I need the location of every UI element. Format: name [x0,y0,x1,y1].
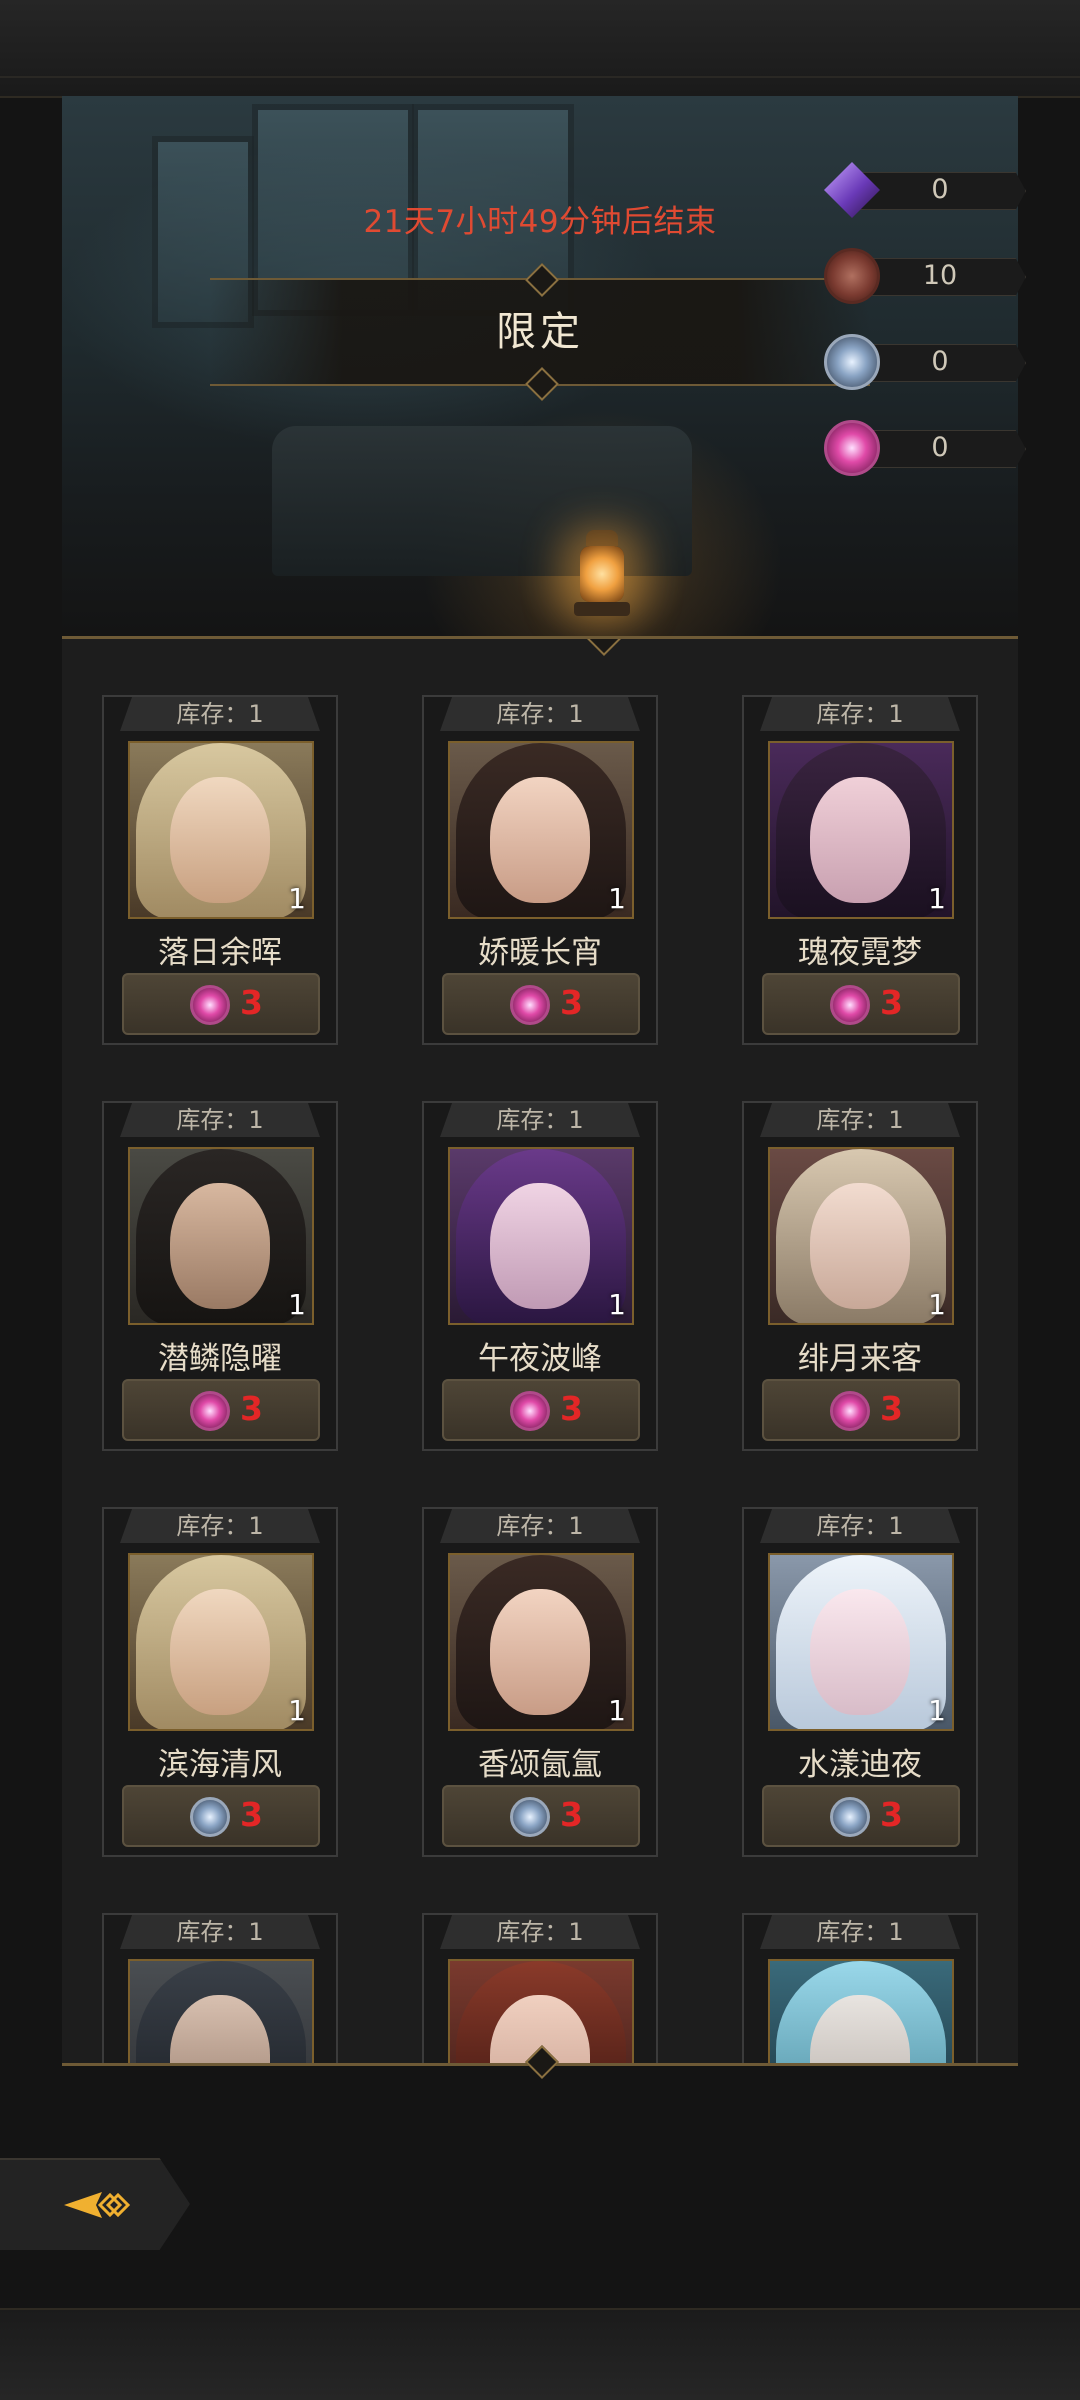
character-portrait[interactable] [768,1959,954,2063]
item-name: 潜鳞隐曜 [158,1341,282,1377]
pink-compass-icon [190,1391,230,1431]
currency-purple-crystal: 0 [820,162,1030,218]
item-quantity: 1 [928,1288,946,1321]
item-quantity: 1 [288,1288,306,1321]
item-quantity: 1 [928,1694,946,1727]
item-quantity: 1 [608,882,626,915]
pink-compass-icon [190,985,230,1025]
character-portrait[interactable]: 1 [768,1147,954,1325]
shop-item-card[interactable]: 库存：1 1 午夜波峰 3 [422,1101,658,1451]
event-title-band: 限定 [210,263,870,401]
silver-compass-icon [824,334,880,390]
item-price: 3 [880,983,903,1022]
silver-compass-icon [190,1797,230,1837]
buy-button[interactable]: 3 [762,1785,960,1847]
back-button[interactable] [0,2158,190,2250]
buy-button[interactable]: 3 [442,1379,640,1441]
stock-label: 库存：1 [760,697,960,731]
shop-item-card[interactable]: 库存：1 1 潜鳞隐曜 3 [102,1101,338,1451]
item-name: 绯月来客 [798,1341,922,1377]
buy-button[interactable]: 3 [762,973,960,1035]
character-portrait[interactable]: 1 [128,741,314,919]
item-quantity: 1 [288,882,306,915]
item-price: 3 [240,1795,263,1834]
shop-item-card[interactable]: 库存：1 1 瑰夜霓梦 3 [742,695,978,1045]
item-name: 午夜波峰 [478,1341,602,1377]
item-quantity: 1 [288,1694,306,1727]
shop-item-card[interactable]: 库存：1 1 绯月来客 3 [742,1101,978,1451]
character-portrait[interactable]: 1 [768,741,954,919]
pink-compass-icon [824,420,880,476]
stock-label: 库存：1 [440,1509,640,1543]
ornament-diamond [587,639,621,656]
bottom-ornament-bar [0,2308,1080,2400]
shop-item-card[interactable]: 库存：1 [422,1913,658,2063]
character-portrait[interactable]: 1 [128,1553,314,1731]
shop-items-panel[interactable]: 库存：1 1 落日余晖 3 库存：1 1 娇暖长宵 3 库存：1 1 瑰夜霓梦 … [62,636,1018,2066]
silver-compass-icon [510,1797,550,1837]
shop-item-card[interactable]: 库存：1 1 水漾迪夜 3 [742,1507,978,1857]
item-price: 3 [560,1389,583,1428]
bronze-coin-icon [824,248,880,304]
item-quantity: 1 [608,1288,626,1321]
pink-compass-icon [510,985,550,1025]
stock-label: 库存：1 [120,1103,320,1137]
character-portrait[interactable]: 1 [448,741,634,919]
currency-silver-compass: 0 [820,334,1030,390]
item-quantity: 1 [928,882,946,915]
item-price: 3 [880,1795,903,1834]
stock-label: 库存：1 [760,1915,960,1949]
item-name: 落日余晖 [158,935,282,971]
pink-compass-icon [830,1391,870,1431]
currency-value: 10 [922,260,958,291]
buy-button[interactable]: 3 [122,1379,320,1441]
item-name: 水漾迪夜 [798,1747,922,1783]
back-arrow-icon [64,2192,131,2218]
stock-label: 库存：1 [120,1915,320,1949]
shop-item-card[interactable]: 库存：1 1 滨海清风 3 [102,1507,338,1857]
stock-label: 库存：1 [760,1103,960,1137]
shop-item-card[interactable]: 库存：1 1 娇暖长宵 3 [422,695,658,1045]
stock-label: 库存：1 [440,1103,640,1137]
character-portrait[interactable]: 1 [128,1147,314,1325]
pink-compass-icon [510,1391,550,1431]
buy-button[interactable]: 3 [442,973,640,1035]
character-portrait[interactable]: 1 [448,1553,634,1731]
currency-value: 0 [931,346,949,377]
currency-pink-compass: 0 [820,420,1030,476]
top-ornament-bar [0,0,1080,98]
item-name: 娇暖长宵 [478,935,602,971]
character-portrait[interactable]: 1 [768,1553,954,1731]
buy-button[interactable]: 3 [762,1379,960,1441]
currency-value: 0 [931,174,949,205]
character-portrait[interactable]: 1 [448,1147,634,1325]
item-name: 香颂氤氲 [478,1747,602,1783]
shop-item-card[interactable]: 库存：1 [742,1913,978,2063]
silver-compass-icon [830,1797,870,1837]
shop-item-card[interactable]: 库存：1 1 落日余晖 3 [102,695,338,1045]
stock-label: 库存：1 [120,1509,320,1543]
item-quantity: 1 [608,1694,626,1727]
shop-item-card[interactable]: 库存：1 [102,1913,338,2063]
character-portrait[interactable] [128,1959,314,2063]
shop-item-card[interactable]: 库存：1 1 香颂氤氲 3 [422,1507,658,1857]
currency-bronze-coin: 10 [820,248,1030,304]
item-price: 3 [560,983,583,1022]
item-price: 3 [240,1389,263,1428]
stock-label: 库存：1 [440,697,640,731]
currency-value: 0 [931,432,949,463]
buy-button[interactable]: 3 [122,1785,320,1847]
lantern-art [562,516,642,626]
stock-label: 库存：1 [760,1509,960,1543]
stock-label: 库存：1 [120,697,320,731]
item-name: 滨海清风 [158,1747,282,1783]
item-price: 3 [880,1389,903,1428]
item-name: 瑰夜霓梦 [798,935,922,971]
item-price: 3 [240,983,263,1022]
pink-compass-icon [830,985,870,1025]
item-price: 3 [560,1795,583,1834]
stock-label: 库存：1 [440,1915,640,1949]
buy-button[interactable]: 3 [442,1785,640,1847]
buy-button[interactable]: 3 [122,973,320,1035]
